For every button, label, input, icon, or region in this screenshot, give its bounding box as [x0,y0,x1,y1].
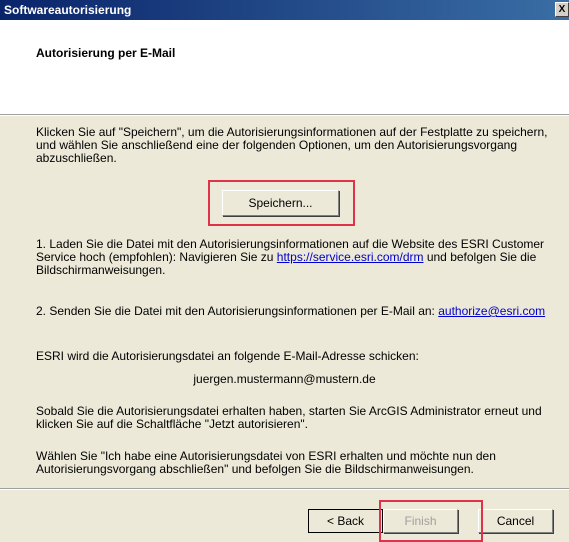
choose-text: Wählen Sie "Ich habe eine Autorisierungs… [36,449,496,476]
esri-send-text: ESRI wird die Autorisierungsdatei an fol… [36,349,419,363]
title-bar: Softwareautorisierung X [0,0,569,20]
service-link[interactable]: https://service.esri.com/drm [277,250,424,264]
back-button[interactable]: < Back [308,509,383,533]
authorize-email-link[interactable]: authorize@esri.com [438,304,545,318]
option-2-text: 2. Senden Sie die Datei mit den Autorisi… [36,305,556,318]
intro-text: Klicken Sie auf "Speichern", um die Auto… [36,125,548,165]
option-2-before: 2. Senden Sie die Datei mit den Autorisi… [36,304,439,318]
cancel-button[interactable]: Cancel [478,509,553,533]
window-title: Softwareautorisierung [4,3,132,17]
save-highlight-box [208,180,355,226]
finish-highlight-box [379,500,483,542]
page-title: Autorisierung per E-Mail [36,46,176,60]
restart-text: Sobald Sie die Autorisierungsdatei erhal… [36,404,542,431]
option-1-text: 1. Laden Sie die Datei mit den Autorisie… [36,238,556,277]
wizard-header: Autorisierung per E-Mail [0,20,569,114]
wizard-content: Klicken Sie auf "Speichern", um die Auto… [0,116,569,542]
footer-divider-highlight [0,489,569,490]
email-address: juergen.mustermann@mustern.de [193,372,376,386]
close-button[interactable]: X [555,2,569,17]
